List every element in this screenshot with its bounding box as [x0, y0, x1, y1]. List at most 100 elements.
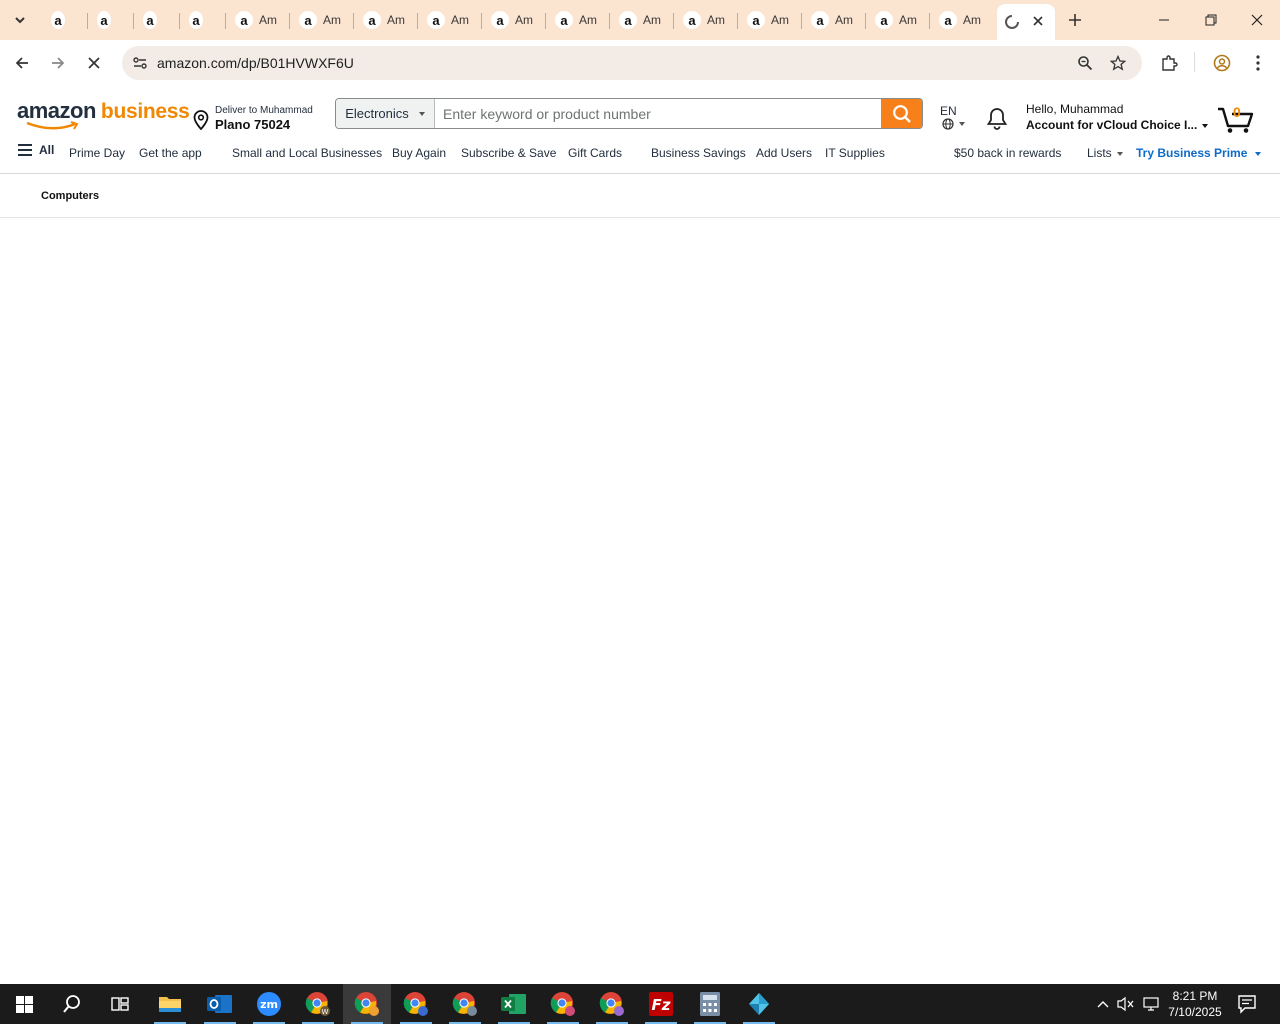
taskbar-clock[interactable]: 8:21 PM 7/10/2025: [1160, 988, 1230, 1020]
all-menu-button[interactable]: All: [17, 143, 54, 157]
browser-tab[interactable]: a Am: [226, 4, 290, 36]
new-tab-button[interactable]: [1064, 9, 1086, 31]
nav-item-buy-again[interactable]: Buy Again: [392, 146, 446, 160]
zoom-taskbar-icon[interactable]: zm: [245, 984, 293, 1024]
chrome-taskbar-icon-3[interactable]: [392, 984, 440, 1024]
browser-tab[interactable]: a Am: [610, 4, 674, 36]
filezilla-taskbar-icon[interactable]: Fz: [637, 984, 685, 1024]
tab-search-button[interactable]: [8, 9, 32, 31]
close-window-button[interactable]: [1234, 0, 1280, 40]
language-selector[interactable]: EN: [940, 102, 965, 130]
task-view-button[interactable]: [96, 984, 144, 1024]
chrome-icon: W: [305, 992, 330, 1016]
browser-tab[interactable]: a Am: [354, 4, 418, 36]
search-button[interactable]: [881, 99, 922, 128]
restore-button[interactable]: [1188, 0, 1234, 40]
start-button[interactable]: [0, 984, 48, 1024]
browser-tab[interactable]: a Am: [674, 4, 738, 36]
active-browser-tab[interactable]: [997, 4, 1055, 40]
browser-tab[interactable]: a Am: [930, 4, 994, 36]
extensions-button[interactable]: [1157, 51, 1181, 75]
search-bar: Electronics: [335, 98, 923, 129]
tab-strip: a a a a a Am a Am a Am a Am a Am a Am a Am a Am …: [0, 0, 1280, 40]
nav-item-get-the-app[interactable]: Get the app: [139, 146, 202, 160]
site-info-icon[interactable]: [130, 53, 150, 73]
close-icon: [88, 57, 100, 69]
caret-down-icon: [1255, 151, 1262, 156]
bookmark-star-icon[interactable]: [1108, 53, 1128, 73]
close-tab-icon[interactable]: [1030, 13, 1046, 29]
search-category-dropdown[interactable]: Electronics: [336, 99, 435, 128]
amazon-favicon-icon: a: [939, 11, 957, 29]
network-button[interactable]: [1141, 994, 1161, 1014]
chrome-taskbar-icon-1[interactable]: W: [294, 984, 342, 1024]
zoom-icon[interactable]: [1075, 53, 1095, 73]
profile-button[interactable]: [1210, 51, 1234, 75]
search-icon: [63, 995, 80, 1013]
amazon-business-logo[interactable]: amazon business: [17, 98, 190, 132]
puzzle-icon: [1162, 55, 1178, 71]
outlook-taskbar-icon[interactable]: [196, 984, 244, 1024]
account-menu[interactable]: Hello, Muhammad Account for vCloud Choic…: [1026, 102, 1209, 132]
cart-button[interactable]: 0: [1216, 102, 1256, 134]
tab-title: Am: [963, 13, 981, 27]
chrome-taskbar-icon-4[interactable]: [441, 984, 489, 1024]
browser-tab[interactable]: a Am: [546, 4, 610, 36]
browser-tab[interactable]: a Am: [802, 4, 866, 36]
forward-button[interactable]: [46, 51, 70, 75]
amazon-favicon-icon: a: [811, 11, 829, 29]
browser-tab[interactable]: a: [42, 4, 88, 36]
chrome-taskbar-icon-6[interactable]: [588, 984, 636, 1024]
app-taskbar-icon[interactable]: [735, 984, 783, 1024]
amazon-favicon-icon: a: [747, 11, 765, 29]
browser-tab[interactable]: a: [88, 4, 134, 36]
windows-taskbar: zm W Fz 8:21 PM 7/10/2025: [0, 984, 1280, 1024]
browser-tab[interactable]: a Am: [866, 4, 930, 36]
browser-tab[interactable]: a Am: [418, 4, 482, 36]
chrome-icon: [403, 992, 428, 1016]
lists-menu[interactable]: Lists: [1087, 146, 1123, 160]
address-bar[interactable]: amazon.com/dp/B01HVWXF6U: [122, 46, 1142, 80]
notification-center-button[interactable]: [1237, 994, 1257, 1019]
nav-item-add-users[interactable]: Add Users: [756, 146, 812, 160]
browser-menu-button[interactable]: [1246, 51, 1270, 75]
chrome-icon: [550, 992, 575, 1016]
show-hidden-icons-button[interactable]: [1093, 994, 1113, 1014]
stop-loading-button[interactable]: [82, 51, 106, 75]
browser-tab[interactable]: a: [180, 4, 226, 36]
browser-tab[interactable]: a: [134, 4, 180, 36]
cart-count: 0: [1233, 104, 1241, 120]
volume-button[interactable]: [1116, 994, 1136, 1014]
subnav-item-computers[interactable]: Computers: [41, 190, 99, 202]
excel-taskbar-icon[interactable]: [490, 984, 538, 1024]
minimize-button[interactable]: [1141, 0, 1187, 40]
browser-tab[interactable]: a Am: [738, 4, 802, 36]
nav-item-it-supplies[interactable]: IT Supplies: [825, 146, 885, 160]
chrome-taskbar-icon-2[interactable]: [343, 984, 391, 1024]
restore-icon: [1205, 14, 1217, 26]
taskbar-search-button[interactable]: [48, 984, 96, 1024]
nav-item-small-and-local-businesses[interactable]: Small and Local Businesses: [232, 146, 382, 160]
amazon-favicon-icon: a: [491, 11, 509, 29]
nav-item-subscribe-and-save[interactable]: Subscribe & Save: [461, 146, 556, 160]
try-business-prime-label: Try Business Prime: [1136, 146, 1248, 160]
url-text[interactable]: amazon.com/dp/B01HVWXF6U: [157, 55, 354, 71]
bell-icon: [986, 108, 1008, 130]
chrome-taskbar-icon-5[interactable]: [539, 984, 587, 1024]
nav-item-business-savings[interactable]: Business Savings: [651, 146, 746, 160]
amazon-header: amazon business Deliver to Muhammad Plano…: [0, 86, 1280, 174]
file-explorer-taskbar-icon[interactable]: [146, 984, 194, 1024]
notification-icon: [1238, 995, 1256, 1014]
nav-item-gift-cards[interactable]: Gift Cards: [568, 146, 622, 160]
browser-tab[interactable]: a Am: [482, 4, 546, 36]
notifications-button[interactable]: [985, 106, 1009, 135]
try-business-prime-link[interactable]: Try Business Prime: [1136, 146, 1262, 160]
nav-item-rewards[interactable]: $50 back in rewards: [954, 146, 1061, 160]
nav-item-prime-day[interactable]: Prime Day: [69, 146, 125, 160]
tab-title: Am: [579, 13, 597, 27]
back-button[interactable]: [10, 51, 34, 75]
search-input[interactable]: [435, 99, 883, 128]
browser-tab[interactable]: a Am: [290, 4, 354, 36]
calculator-taskbar-icon[interactable]: [686, 984, 734, 1024]
category-subnav: Computers: [0, 175, 1280, 218]
